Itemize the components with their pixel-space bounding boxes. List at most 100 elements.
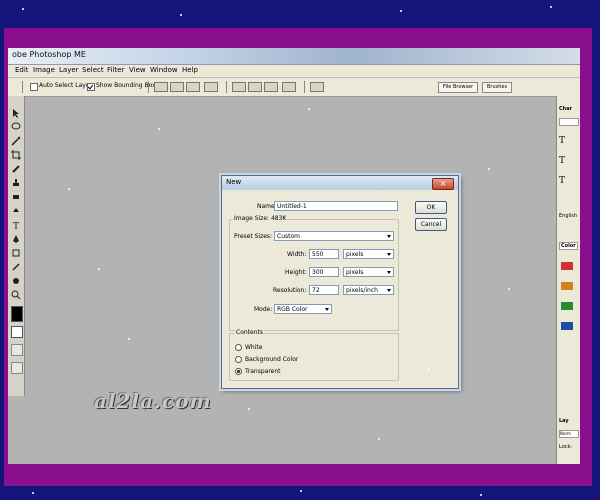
separator [148,81,149,93]
color-panel-tab[interactable]: Color [559,242,578,250]
auto-select-layer-checkbox[interactable] [30,83,38,91]
tab-file-browser[interactable]: File Browser [438,82,479,93]
move-tool-icon[interactable] [11,108,21,118]
crop-tool-icon[interactable] [11,150,21,160]
type-size-icon: T [559,136,566,146]
type-tool-icon[interactable]: T [11,220,21,230]
preset-sizes-label: Preset Sizes: [234,233,273,240]
preset-sizes-value: Custom [277,233,300,240]
watermark-logo: al2la.com [94,389,212,413]
swatch-orange[interactable] [561,282,573,290]
foreground-color-swatch[interactable] [11,306,23,322]
toolbox: T [8,96,25,396]
resolution-field[interactable]: 72 [309,285,339,295]
close-icon[interactable]: × [432,178,454,190]
resolution-unit-select[interactable]: pixels/inch [343,285,394,295]
preset-sizes-select[interactable]: Custom [274,231,394,241]
swatch-red[interactable] [561,262,573,270]
width-unit-select[interactable]: pixels [343,249,394,259]
swatch-blue[interactable] [561,322,573,330]
align-middle-icon[interactable] [170,82,184,92]
separator [304,81,305,93]
align-bottom-icon[interactable] [186,82,200,92]
snow-speck [128,338,130,340]
mode-select[interactable]: RGB Color [274,304,332,314]
menu-layer[interactable]: Layer [59,66,79,74]
menu-view[interactable]: View [129,66,146,74]
mode-value: RGB Color [277,306,308,313]
title-bar: obe Photoshop ME [8,48,580,65]
blend-mode-select[interactable]: Norm [559,430,579,438]
lasso-tool-icon[interactable] [11,122,21,132]
chevron-down-icon [387,271,391,274]
height-field[interactable]: 300 [309,267,339,277]
eyedropper-icon[interactable] [11,262,21,272]
hand-tool-icon[interactable] [11,276,21,286]
radio-white-label: White [245,344,263,351]
contents-label: Contents [235,329,264,336]
font-field[interactable] [559,118,579,126]
swatch-green[interactable] [561,302,573,310]
svg-text:T: T [13,222,19,230]
menu-bar: Edit Image Layer Select Filter View Wind… [8,65,580,78]
menu-help[interactable]: Help [182,66,198,74]
screen-mode-icon[interactable] [11,362,23,374]
radio-transparent-label: Transparent [245,368,281,375]
cancel-button[interactable]: Cancel [415,218,447,231]
height-unit-value: pixels [346,269,364,276]
zoom-tool-icon[interactable] [11,290,21,300]
snow-speck [488,168,490,170]
dialog-title-bar: New × [222,176,458,190]
chevron-down-icon [387,289,391,292]
quick-mask-icon[interactable] [11,344,23,356]
menu-select[interactable]: Select [82,66,104,74]
width-label: Width: [287,251,307,258]
distribute-left-icon[interactable] [282,82,296,92]
ok-button[interactable]: OK [415,201,447,214]
name-field[interactable]: Untitled-1 [274,201,398,211]
stamp-tool-icon[interactable] [11,178,21,188]
brush-tool-icon[interactable] [11,164,21,174]
eraser-tool-icon[interactable] [11,192,21,202]
resolution-label: Resolution: [273,287,307,294]
image-size-label: Image Size: 483K [233,215,288,222]
menu-window[interactable]: Window [150,66,178,74]
radio-white[interactable] [235,344,242,351]
separator [226,81,227,93]
right-panels: Char T T T English Color Lay Norm Lock: [556,96,580,464]
menu-image[interactable]: Image [33,66,55,74]
tab-brushes[interactable]: Brushes [482,82,513,93]
resolution-unit-value: pixels/inch [346,287,378,294]
radio-transparent[interactable] [235,368,242,375]
menu-edit[interactable]: Edit [15,66,29,74]
character-panel-tab[interactable]: Char [559,106,572,112]
type-tracking-icon: T [559,176,566,186]
snow-speck [508,288,510,290]
background-color-swatch[interactable] [11,326,23,338]
align-top-icon[interactable] [154,82,168,92]
dialog-title: New [226,178,242,186]
chevron-down-icon [387,253,391,256]
chevron-down-icon [325,308,329,311]
radio-background-color-label: Background Color [245,356,299,363]
distribute-top-icon[interactable] [232,82,246,92]
menu-filter[interactable]: Filter [107,66,124,74]
layers-panel-tab[interactable]: Lay [559,418,569,424]
gradient-tool-icon[interactable] [11,206,21,216]
magic-wand-icon[interactable] [11,136,21,146]
pen-tool-icon[interactable] [11,234,21,244]
distribute-right-icon[interactable] [310,82,324,92]
align-left-icon[interactable] [204,82,218,92]
height-label: Height: [285,269,307,276]
new-document-dialog: New × Name: Untitled-1 OK Cancel Image S… [221,175,459,389]
distribute-bottom-icon[interactable] [264,82,278,92]
snow-speck [378,438,380,440]
shape-tool-icon[interactable] [11,248,21,258]
radio-background-color[interactable] [235,356,242,363]
snow-speck [248,408,250,410]
show-bounding-box-checkbox[interactable] [87,83,95,91]
width-field[interactable]: 550 [309,249,339,259]
snow-speck [428,368,430,370]
distribute-middle-icon[interactable] [248,82,262,92]
height-unit-select[interactable]: pixels [343,267,394,277]
